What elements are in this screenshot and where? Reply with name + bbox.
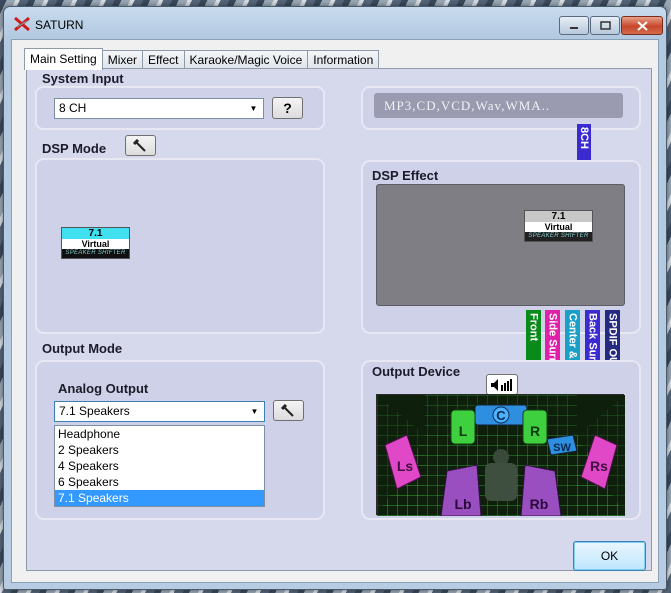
- speaker-test-button[interactable]: [486, 374, 518, 395]
- speaker-r-label: R: [530, 423, 540, 439]
- system-input-select[interactable]: 8 CH ▼: [54, 98, 264, 119]
- dsp-effect-screen: [376, 184, 625, 306]
- dropdown-option-4-speakers[interactable]: 4 Speakers: [55, 458, 264, 474]
- channel-bar-label: Front: [527, 313, 540, 342]
- speaker-room-graphic: C L R SW Ls Rs Lb Rb: [377, 395, 625, 517]
- dsp-effect-title: DSP Effect: [372, 168, 439, 183]
- analog-output-value: 7.1 Speakers: [59, 404, 130, 418]
- chevron-down-icon: ▼: [249, 104, 258, 113]
- dsp-mode-virtual-logo[interactable]: 7.1 Virtual SPEAKER SHIFTER: [61, 227, 130, 259]
- speaker-l-label: L: [459, 423, 468, 439]
- dsp-effect-virtual-logo: 7.1 Virtual SPEAKER SHIFTER: [524, 210, 593, 242]
- dsp-effect-logo-number: 7.1: [525, 211, 592, 222]
- supported-formats: MP3,CD,VCD,Wav,WMA..: [374, 93, 623, 118]
- analog-output-select[interactable]: 7.1 Speakers ▼: [54, 401, 265, 422]
- volume-bars-icon: [491, 378, 512, 391]
- tab-karaoke-magic-voice[interactable]: Karaoke/Magic Voice: [183, 50, 309, 70]
- dropdown-option-6-speakers[interactable]: 6 Speakers: [55, 474, 264, 490]
- dsp-effect-logo-sub: SPEAKER SHIFTER: [528, 233, 589, 239]
- tab-information[interactable]: Information: [307, 50, 380, 70]
- dsp-mode-settings-button[interactable]: [125, 135, 156, 156]
- window-title: SATURN: [35, 18, 84, 32]
- system-input-value: 8 CH: [59, 101, 87, 115]
- hammer-icon: [132, 138, 146, 152]
- output-mode-settings-button[interactable]: [273, 400, 304, 421]
- dsp-mode-title: DSP Mode: [42, 141, 107, 156]
- analog-output-dropdown: Headphone 2 Speakers 4 Speakers 6 Speake…: [54, 425, 265, 507]
- output-device-title: Output Device: [372, 364, 461, 379]
- dropdown-option-2-speakers[interactable]: 2 Speakers: [55, 442, 264, 458]
- chevron-down-icon: ▼: [250, 407, 259, 416]
- output-mode-title: Output Mode: [42, 341, 123, 356]
- close-icon: [636, 20, 648, 31]
- dropdown-option-headphone[interactable]: Headphone: [55, 426, 264, 442]
- speaker-c-label: C: [496, 408, 506, 423]
- speaker-sw-label: SW: [553, 442, 571, 454]
- tab-mixer[interactable]: Mixer: [101, 50, 144, 70]
- ok-button[interactable]: OK: [573, 541, 646, 571]
- system-input-title: System Input: [42, 71, 124, 86]
- close-button[interactable]: [621, 16, 663, 35]
- dsp-mode-logo-word: Virtual: [62, 239, 129, 249]
- speaker-room-view: C L R SW Ls Rs Lb Rb: [376, 394, 625, 517]
- title-bar[interactable]: SATURN: [4, 7, 666, 37]
- speaker-lb-label: Lb: [454, 496, 471, 512]
- analog-output-title: Analog Output: [58, 381, 149, 396]
- dsp-mode-logo-sub: SPEAKER SHIFTER: [65, 250, 126, 256]
- help-button[interactable]: ?: [272, 97, 303, 119]
- tab-strip: Main Setting Mixer Effect Karaoke/Magic …: [24, 48, 380, 70]
- minimize-button[interactable]: [559, 16, 589, 35]
- dropdown-option-7-1-speakers[interactable]: 7.1 Speakers: [55, 490, 264, 506]
- maximize-icon: [599, 21, 611, 30]
- tab-main-setting[interactable]: Main Setting: [24, 48, 103, 70]
- dsp-mode-logo-number: 7.1: [62, 228, 129, 239]
- saturn-logo-icon: [14, 17, 30, 31]
- maximize-button[interactable]: [590, 16, 620, 35]
- speaker-rb-label: Rb: [530, 496, 549, 512]
- tab-effect[interactable]: Effect: [142, 50, 185, 70]
- speaker-rs-label: Rs: [590, 458, 608, 474]
- speaker-ls-label: Ls: [397, 458, 414, 474]
- channel-8ch-label: 8CH: [578, 127, 590, 150]
- hammer-icon: [280, 403, 294, 417]
- dsp-effect-logo-word: Virtual: [525, 222, 592, 232]
- minimize-icon: [570, 26, 578, 29]
